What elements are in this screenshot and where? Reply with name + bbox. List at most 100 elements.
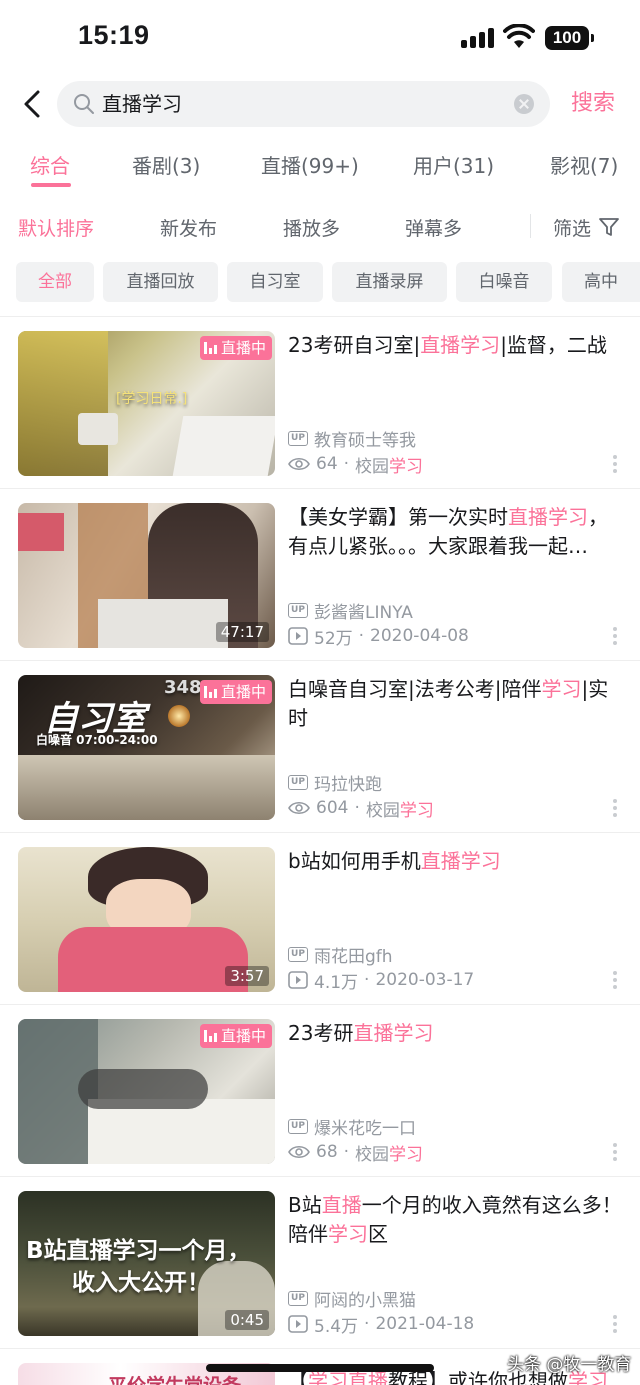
search-button[interactable]: 搜索	[571, 86, 615, 122]
video-thumbnail[interactable]: [学习日常.] 直播中	[18, 331, 275, 476]
tab-film[interactable]: 影视(7)	[550, 150, 618, 179]
result-tabs: 综合 番剧(3) 直播(99+) 用户(31) 影视(7)	[0, 140, 640, 192]
uploader-name: 彭酱酱LINYA	[314, 602, 413, 623]
battery-indicator: 100	[545, 26, 594, 50]
video-stats: 68 · 校园学习	[288, 1141, 424, 1165]
video-title[interactable]: b站如何用手机直播学习	[288, 847, 624, 876]
publish-date: 2021-04-18	[375, 1314, 475, 1334]
live-badge: 直播中	[199, 680, 272, 704]
sort-default[interactable]: 默认排序	[18, 214, 94, 241]
filter-icon[interactable]	[598, 216, 620, 238]
video-title[interactable]: 23考研自习室|直播学习|监督，二战	[288, 331, 624, 360]
thumbnail-number: 348	[164, 677, 202, 698]
tab-live[interactable]: 直播(99+)	[261, 150, 359, 179]
up-badge-icon: UP	[288, 430, 308, 446]
tab-bangumi[interactable]: 番剧(3)	[132, 150, 200, 179]
clear-icon[interactable]	[514, 94, 534, 114]
play-count-icon	[288, 971, 308, 989]
tab-all[interactable]: 综合	[30, 150, 70, 179]
area-tag: 校园学习	[355, 1144, 424, 1165]
video-thumbnail[interactable]: 3:57	[18, 847, 275, 992]
uploader[interactable]: UP 阿闼的小黑猫	[288, 1287, 416, 1311]
live-bars-icon	[203, 686, 217, 698]
thumbnail-title: 平价学生党设备	[108, 1371, 241, 1385]
video-title[interactable]: 白噪音自习室|法考公考|陪伴学习|实时	[288, 675, 624, 733]
chip-all[interactable]: 全部	[16, 262, 94, 302]
viewer-count: 64	[316, 454, 338, 474]
uploader[interactable]: UP 教育硕士等我	[288, 427, 416, 451]
list-item[interactable]: 47:17 【美女学霸】第一次实时直播学习，有点儿紧张。。。大家跟着我一起… U…	[0, 488, 640, 660]
play-count-icon	[288, 627, 308, 645]
more-options-icon[interactable]	[613, 1315, 617, 1333]
back-arrow-icon[interactable]	[18, 86, 50, 122]
more-options-icon[interactable]	[613, 627, 617, 645]
live-bars-icon	[203, 342, 217, 354]
video-title[interactable]: B站直播一个月的收入竟然有这么多！陪伴学习区	[288, 1191, 624, 1249]
list-item[interactable]: 3:57 b站如何用手机直播学习 UP 雨花田gfh 4.1万 · 2020-0…	[0, 832, 640, 1004]
live-bars-icon	[203, 1030, 217, 1042]
up-badge-icon: UP	[288, 1118, 308, 1134]
active-tab-indicator	[31, 183, 71, 187]
search-input[interactable]: 直播学习	[102, 81, 182, 127]
chip-live-replay[interactable]: 直播回放	[103, 262, 218, 302]
sort-most-played[interactable]: 播放多	[283, 214, 340, 241]
uploader-name: 玛拉快跑	[314, 774, 382, 795]
eye-icon	[288, 801, 310, 815]
divider	[530, 214, 531, 238]
live-badge: 直播中	[199, 336, 272, 360]
uploader-name: 爆米花吃一口	[314, 1118, 416, 1139]
search-input-box[interactable]: 直播学习	[57, 81, 550, 127]
uploader[interactable]: UP 彭酱酱LINYA	[288, 599, 413, 623]
watermark: 头条 @牧一教育	[507, 1355, 632, 1375]
thumbnail-caption: [学习日常.]	[116, 391, 188, 407]
list-item[interactable]: B站直播学习一个月， 收入大公开！ 0:45 B站直播一个月的收入竟然有这么多！…	[0, 1176, 640, 1348]
area-tag: 校园学习	[365, 800, 434, 821]
uploader[interactable]: UP 玛拉快跑	[288, 771, 382, 795]
cellular-signal-icon	[461, 28, 495, 48]
uploader[interactable]: UP 雨花田gfh	[288, 943, 393, 967]
up-badge-icon: UP	[288, 774, 308, 790]
filter-button[interactable]: 筛选	[553, 214, 591, 241]
video-thumbnail[interactable]: 自习室 白噪音 07:00-24:00 348 直播中	[18, 675, 275, 820]
play-count-icon	[288, 1315, 308, 1333]
video-thumbnail[interactable]: 直播中	[18, 1019, 275, 1164]
uploader[interactable]: UP 爆米花吃一口	[288, 1115, 416, 1139]
home-indicator	[206, 1364, 434, 1372]
chip-high-school[interactable]: 高中	[562, 262, 640, 302]
sort-bar: 默认排序 新发布 播放多 弹幕多 筛选	[0, 200, 640, 252]
play-count: 5.4万	[314, 1316, 359, 1337]
tab-users[interactable]: 用户(31)	[413, 150, 494, 179]
search-icon	[74, 94, 94, 114]
more-options-icon[interactable]	[613, 971, 617, 989]
thumbnail-subtitle: 白噪音 07:00-24:00	[36, 733, 158, 747]
more-options-icon[interactable]	[613, 455, 617, 473]
list-item[interactable]: [学习日常.] 直播中 23考研自习室|直播学习|监督，二战 UP 教育硕士等我…	[0, 316, 640, 488]
category-chips: 全部 直播回放 自习室 直播录屏 白噪音 高中	[0, 262, 640, 304]
chip-white-noise[interactable]: 白噪音	[456, 262, 552, 302]
chip-study-room[interactable]: 自习室	[227, 262, 323, 302]
search-bar: 直播学习 搜索	[0, 78, 640, 130]
publish-date: 2020-04-08	[370, 626, 469, 646]
video-stats: 4.1万 · 2020-03-17	[288, 969, 474, 993]
chip-live-recording[interactable]: 直播录屏	[332, 262, 447, 302]
video-thumbnail[interactable]: B站直播学习一个月， 收入大公开！ 0:45	[18, 1191, 275, 1336]
status-bar: 15:19 100	[0, 0, 640, 78]
list-item[interactable]: 直播中 23考研直播学习 UP 爆米花吃一口 68 · 校园学习	[0, 1004, 640, 1176]
video-title[interactable]: 【美女学霸】第一次实时直播学习，有点儿紧张。。。大家跟着我一起…	[288, 503, 624, 561]
play-count: 52万	[314, 628, 353, 649]
sort-newest[interactable]: 新发布	[160, 214, 217, 241]
play-count: 4.1万	[314, 972, 359, 993]
more-options-icon[interactable]	[613, 1143, 617, 1161]
more-options-icon[interactable]	[613, 799, 617, 817]
list-item[interactable]: 自习室 白噪音 07:00-24:00 348 直播中 白噪音自习室|法考公考|…	[0, 660, 640, 832]
sort-most-danmaku[interactable]: 弹幕多	[405, 214, 462, 241]
live-badge: 直播中	[199, 1024, 272, 1048]
up-badge-icon: UP	[288, 1290, 308, 1306]
thumbnail-subtitle: 收入大公开！	[72, 1270, 210, 1296]
video-stats: 52万 · 2020-04-08	[288, 625, 469, 649]
viewer-count: 68	[316, 1142, 338, 1162]
video-thumbnail[interactable]: 47:17	[18, 503, 275, 648]
up-badge-icon: UP	[288, 602, 308, 618]
video-stats: 5.4万 · 2021-04-18	[288, 1313, 475, 1337]
video-title[interactable]: 23考研直播学习	[288, 1019, 624, 1048]
